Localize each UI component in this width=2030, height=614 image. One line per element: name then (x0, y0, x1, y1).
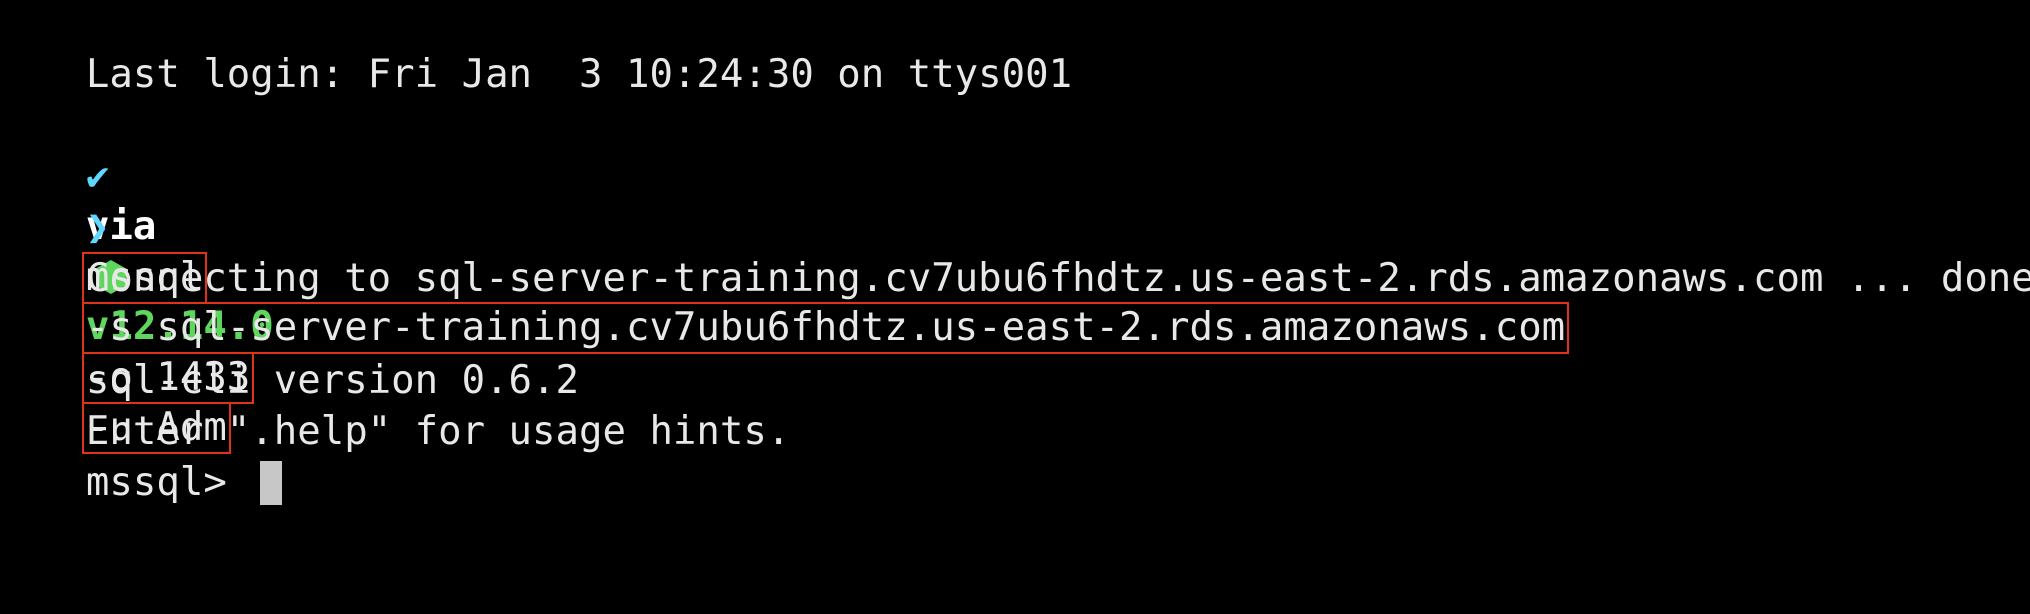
repl-prompt-line[interactable]: mssql> (0, 408, 283, 505)
connecting-text: Connecting to sql-server-training.cv7ubu… (85, 256, 2030, 301)
help-line: Enter ".help" for usage hints. (0, 357, 790, 454)
connecting-line: Connecting to sql-server-training.cv7ubu… (0, 204, 2030, 301)
version-line: sql-cli version 0.6.2 (0, 306, 579, 403)
last-login-line: Last login: Fri Jan 3 10:24:30 on ttys00… (0, 0, 1072, 97)
repl-prompt: mssql> (85, 460, 251, 505)
prompt-line: ✔ via v12.14.0 (0, 102, 274, 349)
last-login-text: Last login: Fri Jan 3 10:24:30 on ttys00… (85, 52, 1073, 97)
text-cursor[interactable] (260, 461, 283, 505)
command-line: ❯ mssql -s sql-server-training.cv7ubu6fh… (0, 153, 1570, 454)
terminal-window[interactable]: Last login: Fri Jan 3 10:24:30 on ttys00… (0, 0, 2030, 614)
